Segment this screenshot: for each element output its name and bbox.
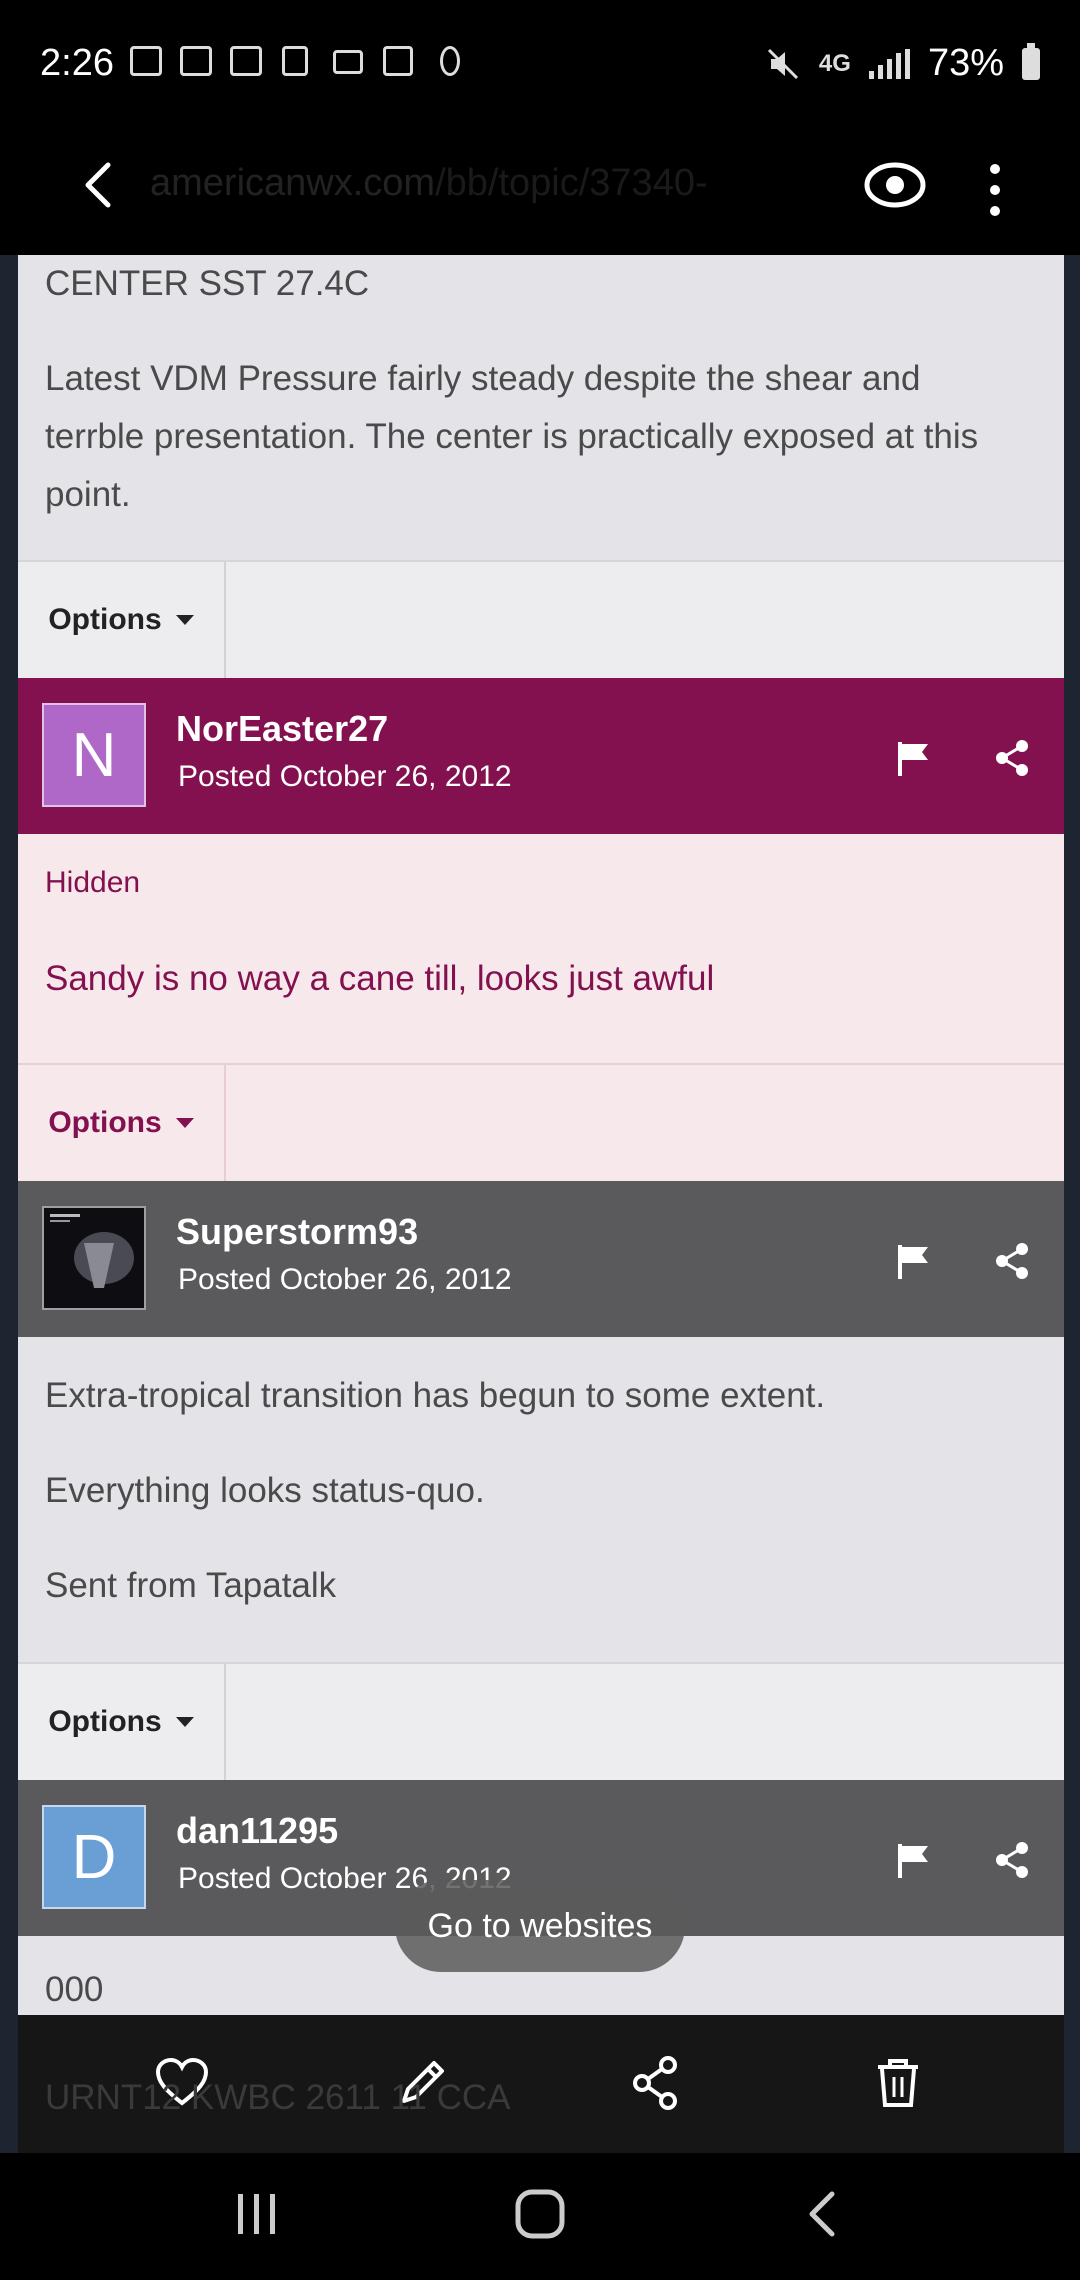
image-notification-icon — [383, 46, 413, 76]
post-text: 000 — [45, 1970, 104, 2009]
post-text: Everything looks status-quo. — [45, 1471, 485, 1510]
device-notification-icon — [282, 46, 308, 76]
back-nav-icon[interactable] — [798, 2186, 848, 2242]
options-bar: Options — [18, 1662, 1064, 1782]
options-bar: Options — [18, 1063, 1064, 1183]
options-button[interactable]: Options — [18, 562, 226, 678]
options-label: Options — [48, 1705, 162, 1738]
options-label: Options — [48, 1106, 162, 1139]
post-text: Sandy is no way a cane till, looks just … — [45, 959, 715, 998]
post-text: Extra-tropical transition has begun to s… — [45, 1376, 826, 1415]
home-icon[interactable] — [512, 2186, 568, 2242]
message-notification-icon — [230, 46, 262, 76]
post-text: Latest VDM Pressure fairly steady despit… — [45, 359, 921, 398]
back-button[interactable] — [70, 155, 130, 215]
post-text: point. — [45, 475, 131, 514]
post-body: Extra-tropical transition has begun to s… — [18, 1337, 1064, 1662]
share-icon[interactable] — [992, 1840, 1032, 1880]
post-date: Posted October 26, 2012 — [178, 760, 512, 793]
delete-trash-icon[interactable] — [870, 2055, 926, 2111]
message-notification-icon — [180, 46, 212, 76]
toast-message[interactable]: Go to websites — [395, 1880, 685, 1972]
options-button[interactable]: Options — [18, 1065, 226, 1181]
username[interactable]: NorEaster27 — [176, 708, 388, 750]
navigation-bar — [0, 2153, 1080, 2280]
post-text: CENTER SST 27.4C — [45, 264, 370, 303]
hidden-label: Hidden — [45, 866, 141, 899]
post-header: Superstorm93 Posted October 26, 2012 — [18, 1181, 1064, 1337]
post-body: CENTER SST 27.4C Latest VDM Pressure fai… — [18, 255, 1064, 560]
caret-down-icon — [175, 1717, 194, 1727]
network-type: 4G — [818, 49, 851, 77]
caret-down-icon — [175, 615, 194, 625]
share-icon[interactable] — [992, 1241, 1032, 1281]
post-text-behind-toolbar: URNT12 KWBC 2611 11 CCA — [45, 2078, 511, 2117]
post-body-hidden: Hidden Sandy is no way a cane till, look… — [18, 834, 1064, 1063]
username[interactable]: Superstorm93 — [176, 1211, 418, 1253]
username[interactable]: dan11295 — [176, 1810, 338, 1852]
post-text: terrble presentation. The center is prac… — [45, 417, 979, 456]
avatar-image[interactable] — [42, 1206, 146, 1310]
post-header: N NorEaster27 Posted October 26, 2012 — [18, 678, 1064, 834]
share-icon[interactable] — [992, 738, 1032, 778]
post-date: Posted October 26, 2012 — [178, 1263, 512, 1296]
url-text[interactable]: americanwx.com/bb/topic/37340- — [150, 162, 708, 205]
avatar[interactable]: D — [42, 1805, 146, 1909]
url-path: /bb/topic/37340- — [435, 162, 708, 204]
more-menu-button[interactable] — [975, 155, 1015, 225]
flag-icon[interactable] — [894, 738, 934, 778]
inbox-notification-icon — [333, 50, 363, 74]
flag-icon[interactable] — [894, 1840, 934, 1880]
tornado-photo-icon — [44, 1208, 144, 1308]
status-time: 2:26 — [40, 42, 114, 84]
bulb-notification-icon — [440, 46, 460, 76]
battery-icon — [1022, 42, 1040, 80]
share-icon[interactable] — [628, 2055, 684, 2111]
options-bar: Options — [18, 560, 1064, 680]
signal-icon — [868, 48, 910, 79]
options-button[interactable]: Options — [18, 1664, 226, 1780]
caret-down-icon — [175, 1118, 194, 1128]
recent-apps-icon[interactable] — [232, 2186, 282, 2242]
options-label: Options — [48, 603, 162, 636]
mute-icon — [767, 48, 798, 79]
avatar[interactable]: N — [42, 703, 146, 807]
flag-icon[interactable] — [894, 1241, 934, 1281]
message-notification-icon — [130, 46, 162, 76]
eye-icon[interactable] — [860, 150, 930, 220]
post-text: Sent from Tapatalk — [45, 1566, 337, 1605]
status-bar: 2:26 4G 73% — [0, 0, 1080, 130]
url-domain: americanwx.com — [150, 162, 436, 204]
thread-content: CENTER SST 27.4C Latest VDM Pressure fai… — [18, 255, 1064, 2015]
battery-percent: 73% — [927, 42, 1004, 84]
